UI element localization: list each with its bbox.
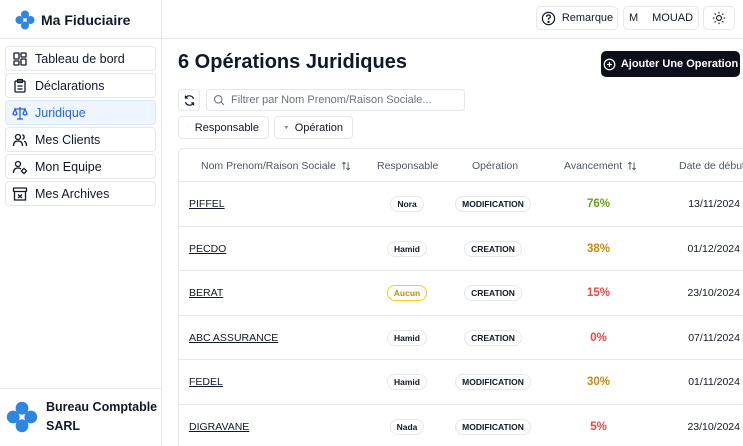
user-gear-icon — [12, 160, 28, 174]
search-input[interactable] — [231, 94, 456, 106]
add-operation-label: Ajouter Une Operation — [620, 58, 739, 70]
start-date: 23/10/2024 — [687, 420, 740, 433]
filter-operation-button[interactable]: Opération — [274, 116, 353, 139]
column-header-avancement[interactable]: Avancement — [564, 149, 637, 182]
divider — [0, 388, 162, 389]
sidebar-item-label: Déclarations — [35, 78, 105, 93]
company-name: Bureau Comptable SARL — [46, 400, 158, 433]
progress-value: 38% — [586, 242, 611, 255]
responsable-badge: Hamid — [387, 240, 427, 257]
divider — [162, 38, 743, 39]
operation-badge: CREATION — [464, 240, 522, 257]
user-name: MOUAD — [652, 12, 694, 24]
company-card: Bureau Comptable SARL — [6, 398, 157, 436]
responsable-badge: Hamid — [387, 329, 427, 346]
client-name-link[interactable]: BERAT — [189, 271, 223, 315]
client-name-link[interactable]: FEDEL — [189, 360, 223, 404]
start-date: 23/10/2024 — [687, 287, 740, 299]
clipboard-icon — [14, 78, 26, 93]
responsable-badge: Aucun — [386, 285, 428, 301]
avatar: M — [628, 12, 639, 24]
operation-badge: CREATION — [464, 285, 522, 301]
add-operation-button[interactable]: Ajouter Une Operation — [601, 51, 740, 77]
filter-icon — [188, 127, 189, 128]
sidebar-item-declarations[interactable]: Déclarations — [5, 73, 156, 98]
client-name-link[interactable]: ABC ASSURANCE — [189, 316, 278, 360]
start-date: 13/11/2024 — [688, 198, 740, 210]
page-title: 6 Opérations Juridiques — [178, 51, 407, 73]
sidebar-item-label: Mes Clients — [35, 132, 101, 147]
table-header: Nom Prenom/Raison Sociale Responsable Op… — [179, 149, 743, 182]
table-row[interactable]: PIFFEL Nora MODIFICATION 76% 13/11/2024 — [179, 182, 743, 227]
brand[interactable]: Ma Fiduciaire — [15, 9, 130, 31]
column-header-responsable: Responsable — [377, 159, 439, 172]
progress-value: 15% — [586, 287, 611, 299]
operation-badge: CREATION — [464, 329, 522, 346]
start-date: 01/12/2024 — [687, 242, 740, 255]
archive-icon — [12, 186, 28, 201]
start-date: 01/11/2024 — [688, 376, 740, 388]
responsable-badge: Nada — [389, 418, 425, 435]
search-icon — [213, 94, 225, 106]
help-circle-icon — [541, 11, 556, 25]
sidebar-item-label: Mon Equipe — [35, 159, 102, 174]
filter-icon — [284, 126, 289, 129]
sidebar-nav: Tableau de bord Déclarations Juridique M… — [5, 46, 156, 208]
responsable-badge: Hamid — [387, 374, 427, 390]
progress-value: 30% — [586, 376, 611, 388]
sidebar-item-label: Juridique — [35, 105, 86, 120]
table-row[interactable]: PECDO Hamid CREATION 38% 01/12/2024 — [179, 227, 743, 271]
logo-icon — [15, 10, 35, 30]
sidebar-item-label: Tableau de bord — [35, 51, 125, 66]
brand-name: Ma Fiduciaire — [41, 12, 131, 28]
progress-value: 5% — [590, 420, 607, 433]
sidebar-item-mes-archives[interactable]: Mes Archives — [5, 181, 156, 206]
sidebar-item-tableau-de-bord[interactable]: Tableau de bord — [5, 46, 156, 71]
sidebar-item-mes-clients[interactable]: Mes Clients — [5, 127, 156, 152]
refresh-button[interactable] — [178, 89, 200, 111]
table-row[interactable]: DIGRAVANE Nada MODIFICATION 5% 23/10/202… — [179, 405, 743, 446]
table-row[interactable]: ABC ASSURANCE Hamid CREATION 0% 07/11/20… — [179, 316, 743, 360]
client-name-link[interactable]: PECDO — [189, 227, 226, 271]
user-menu-button[interactable]: M MOUAD — [623, 6, 699, 30]
users-icon — [12, 133, 28, 146]
client-name-link[interactable]: DIGRAVANE — [189, 405, 249, 446]
table-row[interactable]: BERAT Aucun CREATION 15% 23/10/2024 — [179, 271, 743, 316]
responsable-badge: Nora — [390, 196, 424, 212]
sort-icon — [628, 161, 637, 170]
scale-icon — [12, 106, 28, 120]
progress-value: 76% — [586, 198, 611, 210]
remarque-label: Remarque — [561, 12, 614, 24]
filter-label: Opération — [294, 121, 343, 134]
column-header-date: Date de début — [679, 159, 743, 172]
sidebar-item-juridique[interactable]: Juridique — [5, 100, 156, 125]
filter-responsable-button[interactable]: Responsable — [178, 116, 269, 139]
client-name-link[interactable]: PIFFEL — [189, 182, 225, 226]
filter-label: Responsable — [194, 121, 259, 134]
remarque-button[interactable]: Remarque — [536, 6, 618, 30]
progress-value: 0% — [590, 331, 607, 344]
column-header-operation: Opération — [472, 159, 519, 172]
operations-table: Nom Prenom/Raison Sociale Responsable Op… — [178, 148, 743, 446]
company-logo-icon — [6, 401, 38, 433]
column-header-name[interactable]: Nom Prenom/Raison Sociale — [201, 149, 351, 182]
table-row[interactable]: FEDEL Hamid MODIFICATION 30% 01/11/2024 — [179, 360, 743, 405]
sidebar: Ma Fiduciaire Tableau de bord Déclaratio… — [0, 0, 162, 446]
sort-icon — [341, 161, 350, 170]
sun-icon — [712, 11, 726, 25]
start-date: 07/11/2024 — [688, 331, 740, 344]
refresh-icon — [184, 94, 194, 106]
sidebar-item-mon-equipe[interactable]: Mon Equipe — [5, 154, 156, 179]
dashboard-icon — [13, 51, 27, 66]
sidebar-item-label: Mes Archives — [35, 186, 110, 201]
operation-badge: MODIFICATION — [455, 374, 531, 390]
operation-badge: MODIFICATION — [455, 196, 531, 212]
divider — [0, 38, 162, 39]
theme-toggle-button[interactable] — [703, 6, 735, 30]
operation-badge: MODIFICATION — [455, 418, 531, 435]
search-box — [206, 89, 465, 111]
plus-circle-icon — [603, 58, 616, 70]
